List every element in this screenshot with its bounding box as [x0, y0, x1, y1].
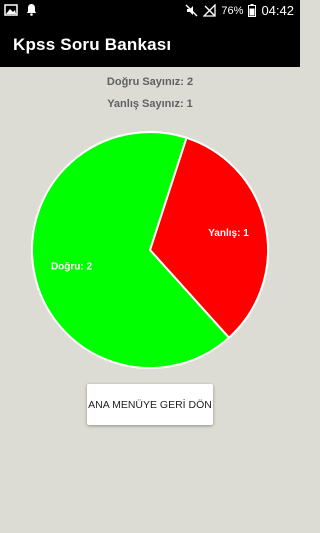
back-to-main-menu-button[interactable]: ANA MENÜYE GERİ DÖN	[87, 384, 213, 425]
signal-off-icon	[203, 4, 217, 17]
bell-notification-icon	[26, 3, 37, 16]
battery-percent: 76%	[221, 4, 244, 17]
pie-slice-label-1: Doğru: 2	[51, 261, 93, 272]
clock: 04:42	[261, 3, 294, 18]
status-bar: 76% 04:42	[0, 0, 300, 22]
app-title: Kpss Soru Bankası	[13, 35, 172, 54]
battery-icon	[248, 4, 257, 17]
gallery-notification-icon	[4, 3, 18, 16]
app-bar: Kpss Soru Bankası	[0, 22, 300, 67]
results-pie-chart: Yanlış: 1 Doğru: 2	[0, 120, 300, 380]
mute-icon	[185, 4, 198, 17]
correct-count-text: Doğru Sayınız: 2	[106, 76, 194, 88]
pie-chart-svg: Yanlış: 1 Doğru: 2	[31, 131, 269, 369]
pie-slice-label-0: Yanlış: 1	[208, 228, 249, 239]
wrong-count-text: Yanlış Sayınız: 1	[107, 98, 193, 110]
